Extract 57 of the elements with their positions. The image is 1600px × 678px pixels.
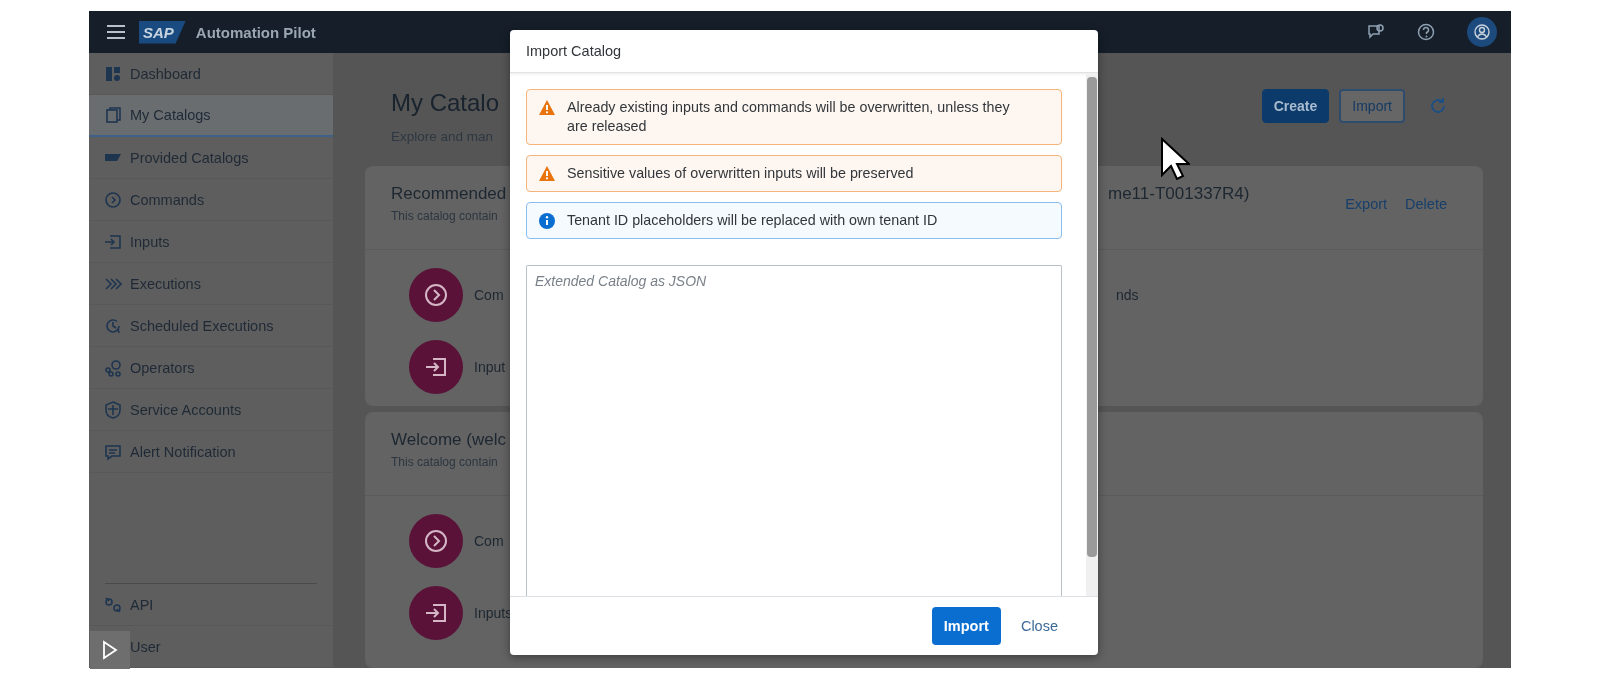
close-button[interactable]: Close — [1008, 607, 1070, 645]
sap-logo: SAP — [139, 20, 186, 44]
dashboard-icon — [104, 64, 122, 83]
sidebar-item[interactable]: Commands — [89, 179, 333, 221]
sidebar-item[interactable]: Provided Catalogs — [89, 137, 333, 179]
import-button[interactable]: Import — [931, 607, 1001, 645]
message-text: Already existing inputs and commands will be overwritten, unless they are released — [567, 98, 1011, 136]
card-title: Recommended — [391, 184, 507, 204]
command-circle-icon — [409, 514, 463, 568]
message-text: Sensitive values of overwritten inputs will be preserved — [567, 164, 914, 183]
warning-icon — [539, 100, 555, 115]
card-title: me11-T001337R4) — [1108, 184, 1250, 204]
sidebar-item[interactable]: My Catalogs — [89, 95, 333, 137]
message-text: Tenant ID placeholders will be replaced with own tenant ID — [567, 211, 938, 230]
warning-icon — [539, 166, 555, 181]
shield-icon — [104, 400, 122, 419]
action-button[interactable]: Import — [1339, 89, 1405, 123]
book-icon — [104, 106, 122, 124]
input-circle-icon — [409, 340, 463, 394]
sidebar-item[interactable]: Scheduled Executions — [89, 305, 333, 347]
message-icon — [104, 442, 122, 461]
row-label: Input — [474, 359, 506, 375]
sidebar-item[interactable]: Alert Notification — [89, 431, 333, 473]
json-input-field[interactable]: Extended Catalog as JSON — [526, 265, 1062, 596]
card-link[interactable]: Delete — [1405, 196, 1447, 212]
chevron-circle-icon — [104, 190, 122, 209]
row-label: Com — [474, 533, 504, 549]
play-icon — [102, 640, 118, 660]
avatar-button[interactable] — [1467, 17, 1497, 47]
sidebar-item[interactable]: Service Accounts — [89, 389, 333, 431]
sidebar-item[interactable]: API — [89, 584, 333, 626]
network-icon — [104, 358, 122, 377]
info-icon — [539, 213, 555, 229]
menu-icon[interactable] — [107, 25, 125, 39]
play-button[interactable] — [90, 631, 130, 669]
action-button[interactable]: Create — [1261, 89, 1330, 123]
command-circle-icon — [409, 268, 463, 322]
mouse-pointer-icon — [1160, 137, 1190, 181]
card-title: Welcome (welc — [391, 430, 506, 450]
chat-icon[interactable] — [1367, 23, 1385, 41]
sidebar-item[interactable]: Inputs — [89, 221, 333, 263]
sidebar-item[interactable]: Operators — [89, 347, 333, 389]
import-icon — [104, 232, 122, 251]
tag-icon — [105, 154, 121, 161]
scrollbar[interactable] — [1086, 73, 1098, 596]
clock-icon — [104, 316, 122, 335]
scrollbar-thumb[interactable] — [1087, 77, 1097, 557]
row-label: Com — [474, 287, 504, 303]
dialog-title: Import Catalog — [510, 30, 1098, 73]
page-title: My Catalo — [391, 89, 500, 117]
sidebar-item[interactable]: Executions — [89, 263, 333, 305]
app-title: Automation Pilot — [195, 23, 316, 41]
help-icon[interactable] — [1417, 23, 1435, 41]
person-icon — [1474, 24, 1490, 40]
row-label: nds — [1116, 287, 1139, 303]
input-circle-icon — [409, 586, 463, 640]
card-link[interactable]: Export — [1345, 196, 1388, 212]
